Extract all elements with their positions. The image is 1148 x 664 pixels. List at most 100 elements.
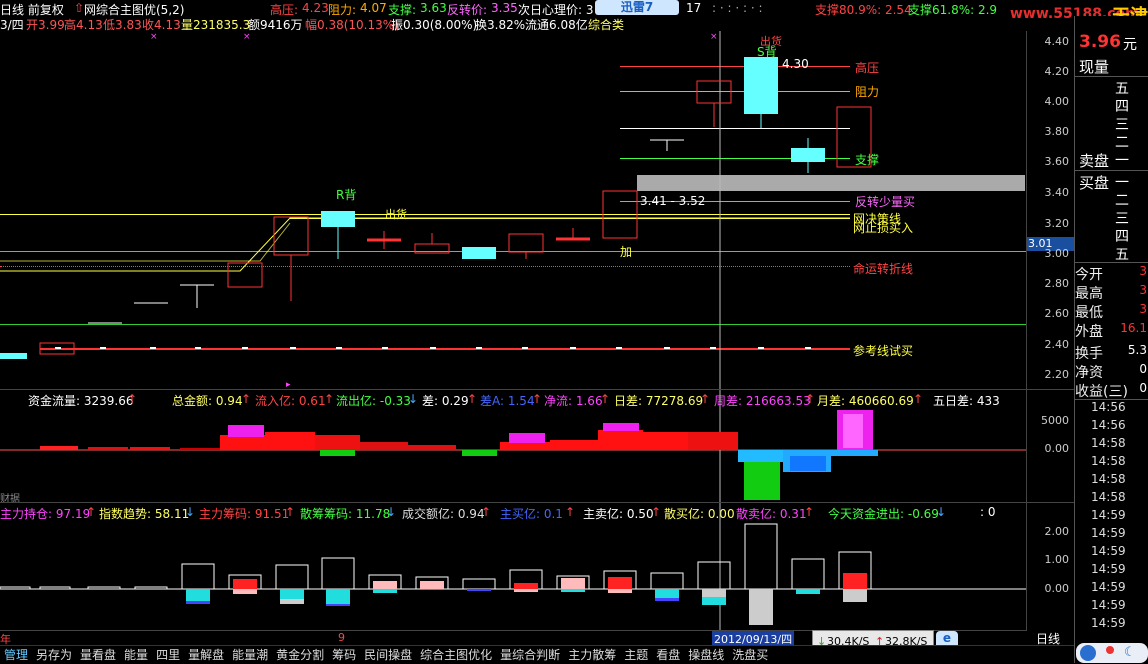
stat-row-zuigao: 最高 3 [1075, 283, 1147, 302]
bottom-tabs: 管理 另存为 量看盘 能量 四里 量解盘 能量潮 黄金分割 筹码 民间操盘 综合主图优化 量综合判断主… [0, 645, 1076, 664]
label-zuli: 阻力 [855, 85, 880, 99]
tab-guanli[interactable]: 管理 [0, 646, 32, 664]
label-cankao: 参考线试买 [853, 344, 914, 358]
fund-flow-bars [0, 390, 1026, 503]
tab-zonghezhutu[interactable]: 综合主图优化 [416, 646, 496, 664]
label-jia: 加 [620, 245, 633, 259]
stat-row-jinkai: 今开 3 [1075, 264, 1147, 283]
tick-time: 14:56 [1091, 418, 1126, 432]
price-tick: 4.40 [1044, 35, 1070, 48]
tab-xipanmai[interactable]: 洗盘买 [728, 646, 772, 664]
price-tick: 2.60 [1044, 307, 1070, 320]
price-unit: 元 [1123, 37, 1137, 53]
tab-minjiancaopan[interactable]: 民间操盘 [360, 646, 416, 664]
current-price: 3.96 [1079, 32, 1121, 52]
buy-label: 买盘 [1079, 174, 1110, 192]
sell-label: 卖盘 [1079, 152, 1110, 170]
tick-time: 14:59 [1091, 544, 1126, 558]
buy-level-5: 五 [1115, 247, 1129, 263]
gaoya-value: 4.23 [302, 1, 329, 15]
tab-zhulisanchou[interactable]: 主力散筹 [564, 646, 620, 664]
fanzhuan-value: 3.35 [491, 1, 518, 15]
date-mid: 9 [338, 631, 345, 644]
buy-level-1: 一 [1115, 175, 1129, 191]
xianliang-label: 现量 [1079, 58, 1110, 76]
buy-level-3: 三 [1115, 211, 1129, 227]
divider [1075, 262, 1148, 263]
stat-row-waipan: 外盘 16.1 [1075, 321, 1147, 340]
label-rbei: R背 [336, 188, 357, 202]
tick-time: 14:59 [1091, 616, 1126, 630]
price-tick: 3.40 [1044, 186, 1070, 199]
header-dots: : · : · : · : [712, 1, 763, 15]
tick-time: 14:56 [1091, 400, 1126, 414]
label-zhicheng: 支撑 [855, 153, 880, 167]
price-tick: 4.00 [1044, 95, 1070, 108]
tab-rixian[interactable]: 日线 [1036, 630, 1060, 647]
tick-time: 14:58 [1091, 454, 1126, 468]
chip-bars [0, 503, 1026, 631]
zhicheng-value: 3.63 [420, 1, 447, 15]
svg-text:×: × [150, 32, 158, 42]
svg-text:▸: ▸ [286, 380, 291, 389]
tick-time: 14:58 [1091, 472, 1126, 486]
header-count: 17 [686, 1, 702, 15]
fund-tick: 0.00 [1044, 442, 1070, 455]
tab-sili[interactable]: 四里 [152, 646, 184, 664]
tab-liangjiepan[interactable]: 量解盘 [184, 646, 228, 664]
tick-time: 14:58 [1091, 436, 1126, 450]
price-tick: 3.00 [1044, 247, 1070, 260]
fund-tick: 5000 [1041, 414, 1069, 427]
label-fanzhuan: 反转少量买 [855, 195, 916, 209]
tab-nengliang[interactable]: 能量 [120, 646, 152, 664]
sell-level-2: 二 [1115, 135, 1129, 151]
price-tick: 3.80 [1044, 125, 1070, 138]
divider [1075, 170, 1148, 171]
stat-row-shouyi: 收益(三) 0 [1075, 381, 1147, 400]
tab-lingcunwei[interactable]: 另存为 [32, 646, 76, 664]
tab-nengliangchao[interactable]: 能量潮 [228, 646, 272, 664]
chip-tick: 1.00 [1044, 553, 1070, 566]
label-price-430: 4.30 [782, 57, 809, 71]
label-sbei: S背 [757, 45, 777, 59]
tab-kanpan[interactable]: 看盘 [652, 646, 684, 664]
ime-logo-icon [1080, 645, 1096, 661]
xunlei-badge[interactable]: 迅雷7 [595, 0, 679, 15]
sell-level-4: 四 [1115, 99, 1129, 115]
label-range: 3.41 - 3.52 [640, 194, 706, 208]
price-axis: 4.40 4.20 4.00 3.80 3.60 3.40 3.20 3.00 … [1026, 31, 1075, 389]
label-wangzhi: 网止损买入 [853, 221, 914, 235]
tab-liangkanpan[interactable]: 量看盘 [76, 646, 120, 664]
price-tick: 2.40 [1044, 338, 1070, 351]
tab-caopanxian[interactable]: 操盘线 [684, 646, 728, 664]
fund-flow-panel[interactable]: 资金流量: 3239.66 ↑ 总金额: 0.94 ↑ 流入亿: 0.61 ↑ … [0, 389, 1026, 505]
fund-axis: 5000 0.00 [1026, 389, 1075, 503]
label-chuhuo: 出货 [385, 208, 407, 221]
price-tick: 4.20 [1044, 65, 1070, 78]
formula-arrow-icon[interactable]: ⇧ [74, 1, 84, 15]
svg-text:×: × [710, 32, 718, 42]
tab-zhuti[interactable]: 主题 [620, 646, 652, 664]
sell-level-3: 三 [1115, 117, 1129, 133]
label-mingyun: 命运转折线 [853, 262, 914, 276]
ime-toolbar[interactable]: ☾ [1076, 643, 1148, 663]
ime-dot-icon [1106, 646, 1114, 654]
svg-text:×: × [243, 32, 251, 42]
tab-huangjinfenge[interactable]: 黄金分割 [272, 646, 328, 664]
tab-chouma[interactable]: 筹码 [328, 646, 360, 664]
stat-row-jingzi: 净资 0 [1075, 362, 1147, 381]
buy-level-4: 四 [1115, 229, 1129, 245]
sell-level-1: 一 [1115, 153, 1129, 169]
price-chart[interactable]: × × × ▸ 高压 阻力 支撑 反转少量买 网决策线 网止损买入 命运转折线 … [0, 31, 1076, 389]
chip-axis: 2.00 1.00 0.00 [1026, 502, 1075, 631]
buy-level-2: 二 [1115, 193, 1129, 209]
sell-level-5: 五 [1115, 81, 1129, 97]
price-tick: 2.20 [1044, 368, 1070, 381]
tab-liangzonghe[interactable]: 量综合判断 [496, 646, 564, 664]
chip-tick: 0.00 [1044, 582, 1070, 595]
chip-tick: 2.00 [1044, 525, 1070, 538]
price-tick: 2.80 [1044, 277, 1070, 290]
chip-panel[interactable]: 主力持仓: 97.19 ↑ 指数趋势: 58.11 ↓ 主力筹码: 91.51 … [0, 502, 1026, 631]
header-bar: 日线 前复权 ⇧ 网综合主图优(5,2) 高压: 4.23 阻力: 4.07 支… [0, 0, 1148, 27]
right-panel: 3.96 元 现量 五 四 三 二 卖盘 一 买盘 一 二 三 四 五 今开 3 … [1074, 16, 1148, 663]
